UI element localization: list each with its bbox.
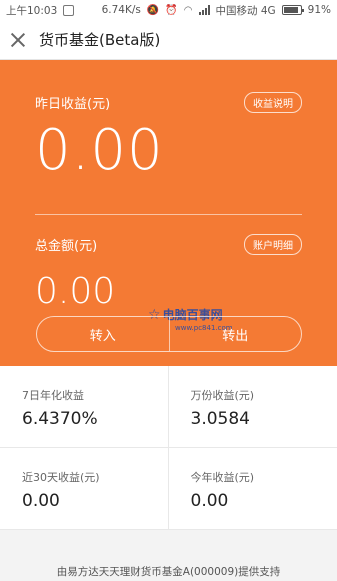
battery-fill: [283, 7, 299, 13]
stat-value: 3.0584: [190, 409, 250, 429]
alarm-icon: ⏰: [165, 4, 178, 16]
page-title: 货币基金(Beta版): [39, 31, 161, 49]
stat-label: 7日年化收益: [22, 389, 84, 402]
status-bar: 上午10:03 6.74K/s 🔕 ⏰ ◠ 中国移动 4G 91%: [0, 0, 337, 20]
stat-seven-day-yield: 7日年化收益 6.4370%: [0, 366, 169, 448]
status-left: 上午10:03: [6, 3, 75, 18]
stats-grid: 7日年化收益 6.4370% 万份收益(元) 3.0584 近30天收益(元) …: [0, 366, 337, 530]
stat-value: 0.00: [22, 491, 60, 511]
stat-label: 今年收益(元): [190, 471, 255, 484]
status-right: 6.74K/s 🔕 ⏰ ◠ 中国移动 4G 91%: [102, 3, 331, 18]
battery-icon: [281, 5, 304, 15]
sim-card-icon: [63, 4, 75, 16]
stat-value: 0.00: [190, 491, 229, 511]
stat-label: 近30天收益(元): [22, 471, 100, 484]
transfer-out-button[interactable]: 转出: [170, 317, 302, 351]
close-icon[interactable]: [10, 32, 26, 48]
battery-percent: 91%: [307, 4, 331, 16]
transfer-actions: 转入 转出: [36, 316, 302, 352]
title-bar: 货币基金(Beta版): [0, 20, 337, 60]
signal-icon: [198, 5, 210, 15]
stat-value: 6.4370%: [22, 409, 98, 429]
carrier-label: 中国移动 4G: [215, 4, 276, 17]
account-detail-button[interactable]: 账户明细: [244, 234, 302, 255]
yesterday-row: 昨日收益(元) 收益说明: [35, 60, 302, 113]
total-label: 总金额(元): [35, 239, 98, 254]
status-time: 上午10:03: [6, 4, 58, 17]
earnings-help-button[interactable]: 收益说明: [244, 92, 302, 113]
wifi-icon: ◠: [183, 4, 193, 16]
stat-label: 万份收益(元): [190, 389, 255, 402]
earnings-panel: 昨日收益(元) 收益说明 0.00 总金额(元) 账户明细 0.00 ☆ 电脑百事…: [0, 60, 337, 366]
transfer-in-button[interactable]: 转入: [37, 317, 169, 351]
total-row: 总金额(元) 账户明细: [35, 215, 302, 255]
stat-this-year: 今年收益(元) 0.00: [168, 448, 337, 530]
stat-thirty-day: 近30天收益(元) 0.00: [0, 448, 169, 530]
stat-per-ten-thousand: 万份收益(元) 3.0584: [168, 366, 337, 448]
network-speed: 6.74K/s: [101, 4, 141, 16]
mute-icon: 🔕: [146, 4, 160, 16]
yesterday-label: 昨日收益(元): [35, 97, 111, 112]
footer-note: 由易方达天天理财货币基金A(000009)提供支持: [56, 566, 281, 578]
yesterday-value: 0.00: [35, 118, 164, 183]
